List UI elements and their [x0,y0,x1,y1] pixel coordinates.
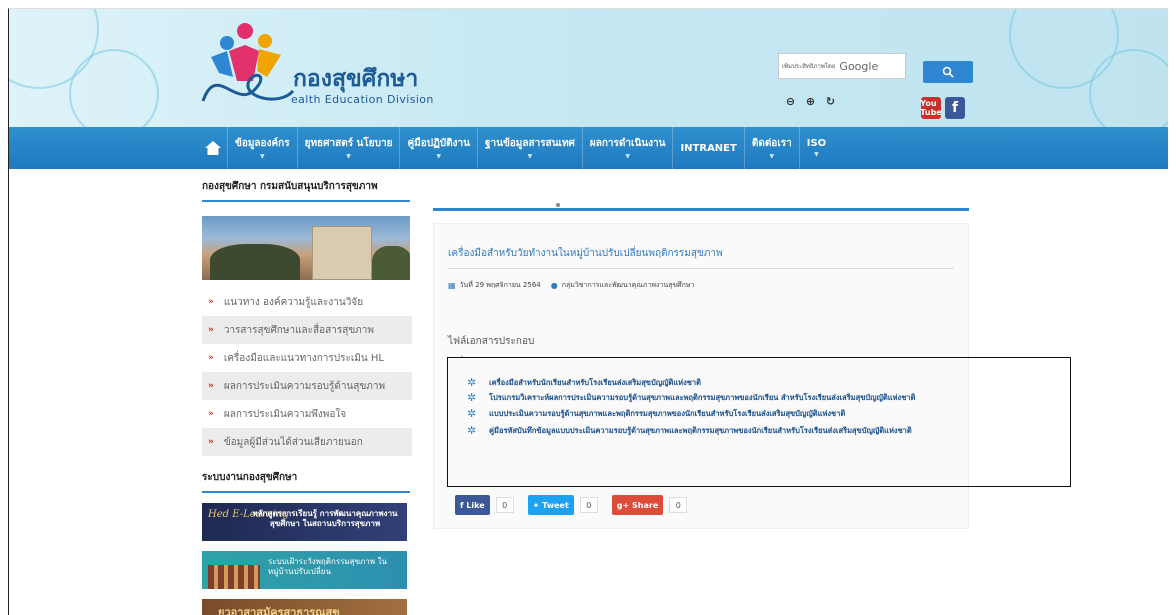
sidebar-item-satisfaction[interactable]: » ผลการประเมินความพึงพอใจ [202,400,412,428]
attachment-link[interactable]: ✲ คู่มือรหัสบันทึกข้อมูลแบบประเมินความรอบ… [467,425,1027,436]
surveillance-banner[interactable]: ระบบเฝ้าระวังพฤติกรรมสุขภาพ ในหมู่บ้านปร… [202,551,407,589]
zoom-out-icon[interactable]: ⊖ [783,94,798,109]
search-provider-label: Google [839,59,879,73]
attachments-label: ไฟล์เอกสารประกอบ [448,336,535,347]
chevron-down-icon: ▼ [769,153,775,160]
nav-item-manuals[interactable]: คู่มือปฏิบัติงาน ▼ [399,127,477,169]
google-plus-icon: g+ [616,500,633,510]
gear-icon: ✲ [467,376,477,389]
divider-dot [556,203,560,207]
article-meta: ▦ วันที่ 29 พฤศจิกายน 2564 ● กลุ่มวิชากา… [448,280,694,291]
chevron-right-icon: » [208,353,214,363]
gear-icon: ✲ [467,391,477,405]
chevron-down-icon: ▼ [259,153,265,160]
logo-title: กองสุขศึกษา [293,66,419,92]
calendar-icon: ▦ [448,281,456,290]
search-input[interactable]: เพิ่มประสิทธิภาพโดย Google [778,53,906,79]
site-header: กองสุขศึกษา ealth Education Division เพิ… [9,9,1168,127]
nav-item-iso[interactable]: ISO ▼ [798,127,833,169]
browser-viewport: กองสุขศึกษา ealth Education Division เพิ… [8,8,1168,615]
chevron-right-icon: » [208,437,214,447]
elearning-banner[interactable]: Hed E-Learning หลักสูตรการเรียนรู้ การพั… [202,503,407,541]
sidebar-item-journal[interactable]: » วารสารสุขศึกษาและสื่อสารสุขภาพ [202,316,412,344]
sidebar-systems-title: ระบบงานกองสุขศึกษา [202,470,410,493]
like-count: 0 [495,497,514,513]
gear-icon: ✲ [467,406,477,420]
share-buttons: f Like 0 ✦ Tweet 0 g+ Share 0 [455,495,695,515]
gear-icon: ✲ [467,423,477,437]
chevron-right-icon: » [208,325,214,335]
nav-item-contact[interactable]: ติดต่อเรา ▼ [743,127,799,169]
nav-item-organization[interactable]: ข้อมูลองค์กร ▼ [227,127,297,169]
attachment-link[interactable]: ✲ โปรแกรมวิเคราะห์ผลการประเมินความรอบรู้ด… [467,392,1027,403]
article-author: กลุ่มวิชาการและพัฒนาคุณภาพงานสุขศึกษา [561,281,695,289]
sidebar-menu: » แนวทาง องค์ความรู้และงานวิจัย » วารสารสุ… [202,288,412,456]
logo-subtitle: ealth Education Division [291,93,434,106]
nav-item-database[interactable]: ฐานข้อมูลสารสนเทศ ▼ [476,127,582,169]
article-title: เครื่องมือสำหรับวัยทำงานในหมู่บ้านปรับเป… [448,248,723,259]
home-icon[interactable] [199,127,227,169]
chevron-right-icon: » [208,381,214,391]
tweet-count: 0 [579,497,598,513]
content-divider [433,208,969,211]
logo-figure-icon [201,23,295,102]
sidebar-item-hl-results[interactable]: » ผลการประเมินความรอบรู้ด้านสุขภาพ [202,372,412,400]
building-photo [202,216,410,280]
attachments-list: ✲ เครื่องมือสำหรับนักเรียนสำหรับโรงเรียนส… [467,377,1027,440]
chevron-down-icon: ▼ [346,153,351,160]
site-logo[interactable]: กองสุขศึกษา ealth Education Division [197,21,437,117]
nav-item-intranet[interactable]: INTRANET [672,127,743,169]
sidebar: กองสุขศึกษา กรมสนับสนุนบริการสุขภาพ » แนว… [202,179,412,615]
chevron-right-icon: » [208,409,214,419]
user-icon: ● [550,281,558,290]
title-divider [448,268,954,269]
social-links: You Tube f [920,97,965,119]
youth-volunteer-banner[interactable]: ยุวอาสาสมัครสาธารณสุข [202,599,407,615]
tweet-button[interactable]: ✦ Tweet [527,495,574,515]
share-count: 0 [669,497,688,513]
font-size-controls: ⊖ ⊕ ↻ [783,94,838,109]
twitter-icon: ✦ [532,500,543,510]
nav-item-results[interactable]: ผลการดำเนินงาน ▼ [581,127,673,169]
youtube-icon[interactable]: You Tube [920,97,942,119]
search-button[interactable] [923,61,973,83]
article-date: วันที่ 29 พฤศจิกายน 2564 [459,281,541,289]
reset-icon[interactable]: ↻ [823,94,838,109]
chevron-down-icon: ▼ [436,153,442,160]
chevron-right-icon: » [208,297,214,307]
main-nav: ข้อมูลองค์กร ▼ ยุทธศาสตร์ นโยบาย ▼ คู่มือป… [9,127,1168,169]
sidebar-item-hl-tools[interactable]: » เครื่องมือและแนวทางการประเมิน HL [202,344,412,372]
hex-decoration [69,49,159,127]
google-plus-share-button[interactable]: g+ Share [611,495,664,515]
facebook-like-button[interactable]: f Like [455,495,490,515]
nav-item-strategy[interactable]: ยุทธศาสตร์ นโยบาย ▼ [296,127,400,169]
attachment-link[interactable]: ✲ แบบประเมินความรอบรู้ด้านสุขภาพและพฤติกร… [467,408,1027,419]
zoom-in-icon[interactable]: ⊕ [803,94,818,109]
facebook-icon[interactable]: f [945,97,965,119]
sidebar-title: กองสุขศึกษา กรมสนับสนุนบริการสุขภาพ [202,179,410,202]
chevron-down-icon: ▼ [527,153,533,160]
attachment-link[interactable]: ✲ เครื่องมือสำหรับนักเรียนสำหรับโรงเรียนส… [467,377,1027,388]
chevron-down-icon: ▼ [814,151,819,158]
search-icon [942,66,954,78]
search-hint: เพิ่มประสิทธิภาพโดย [782,63,836,70]
sidebar-item-stakeholders[interactable]: » ข้อมูลผู้มีส่วนได้ส่วนเสียภายนอก [202,428,412,456]
sidebar-item-research[interactable]: » แนวทาง องค์ความรู้และงานวิจัย [202,288,412,316]
chevron-down-icon: ▼ [625,153,630,160]
